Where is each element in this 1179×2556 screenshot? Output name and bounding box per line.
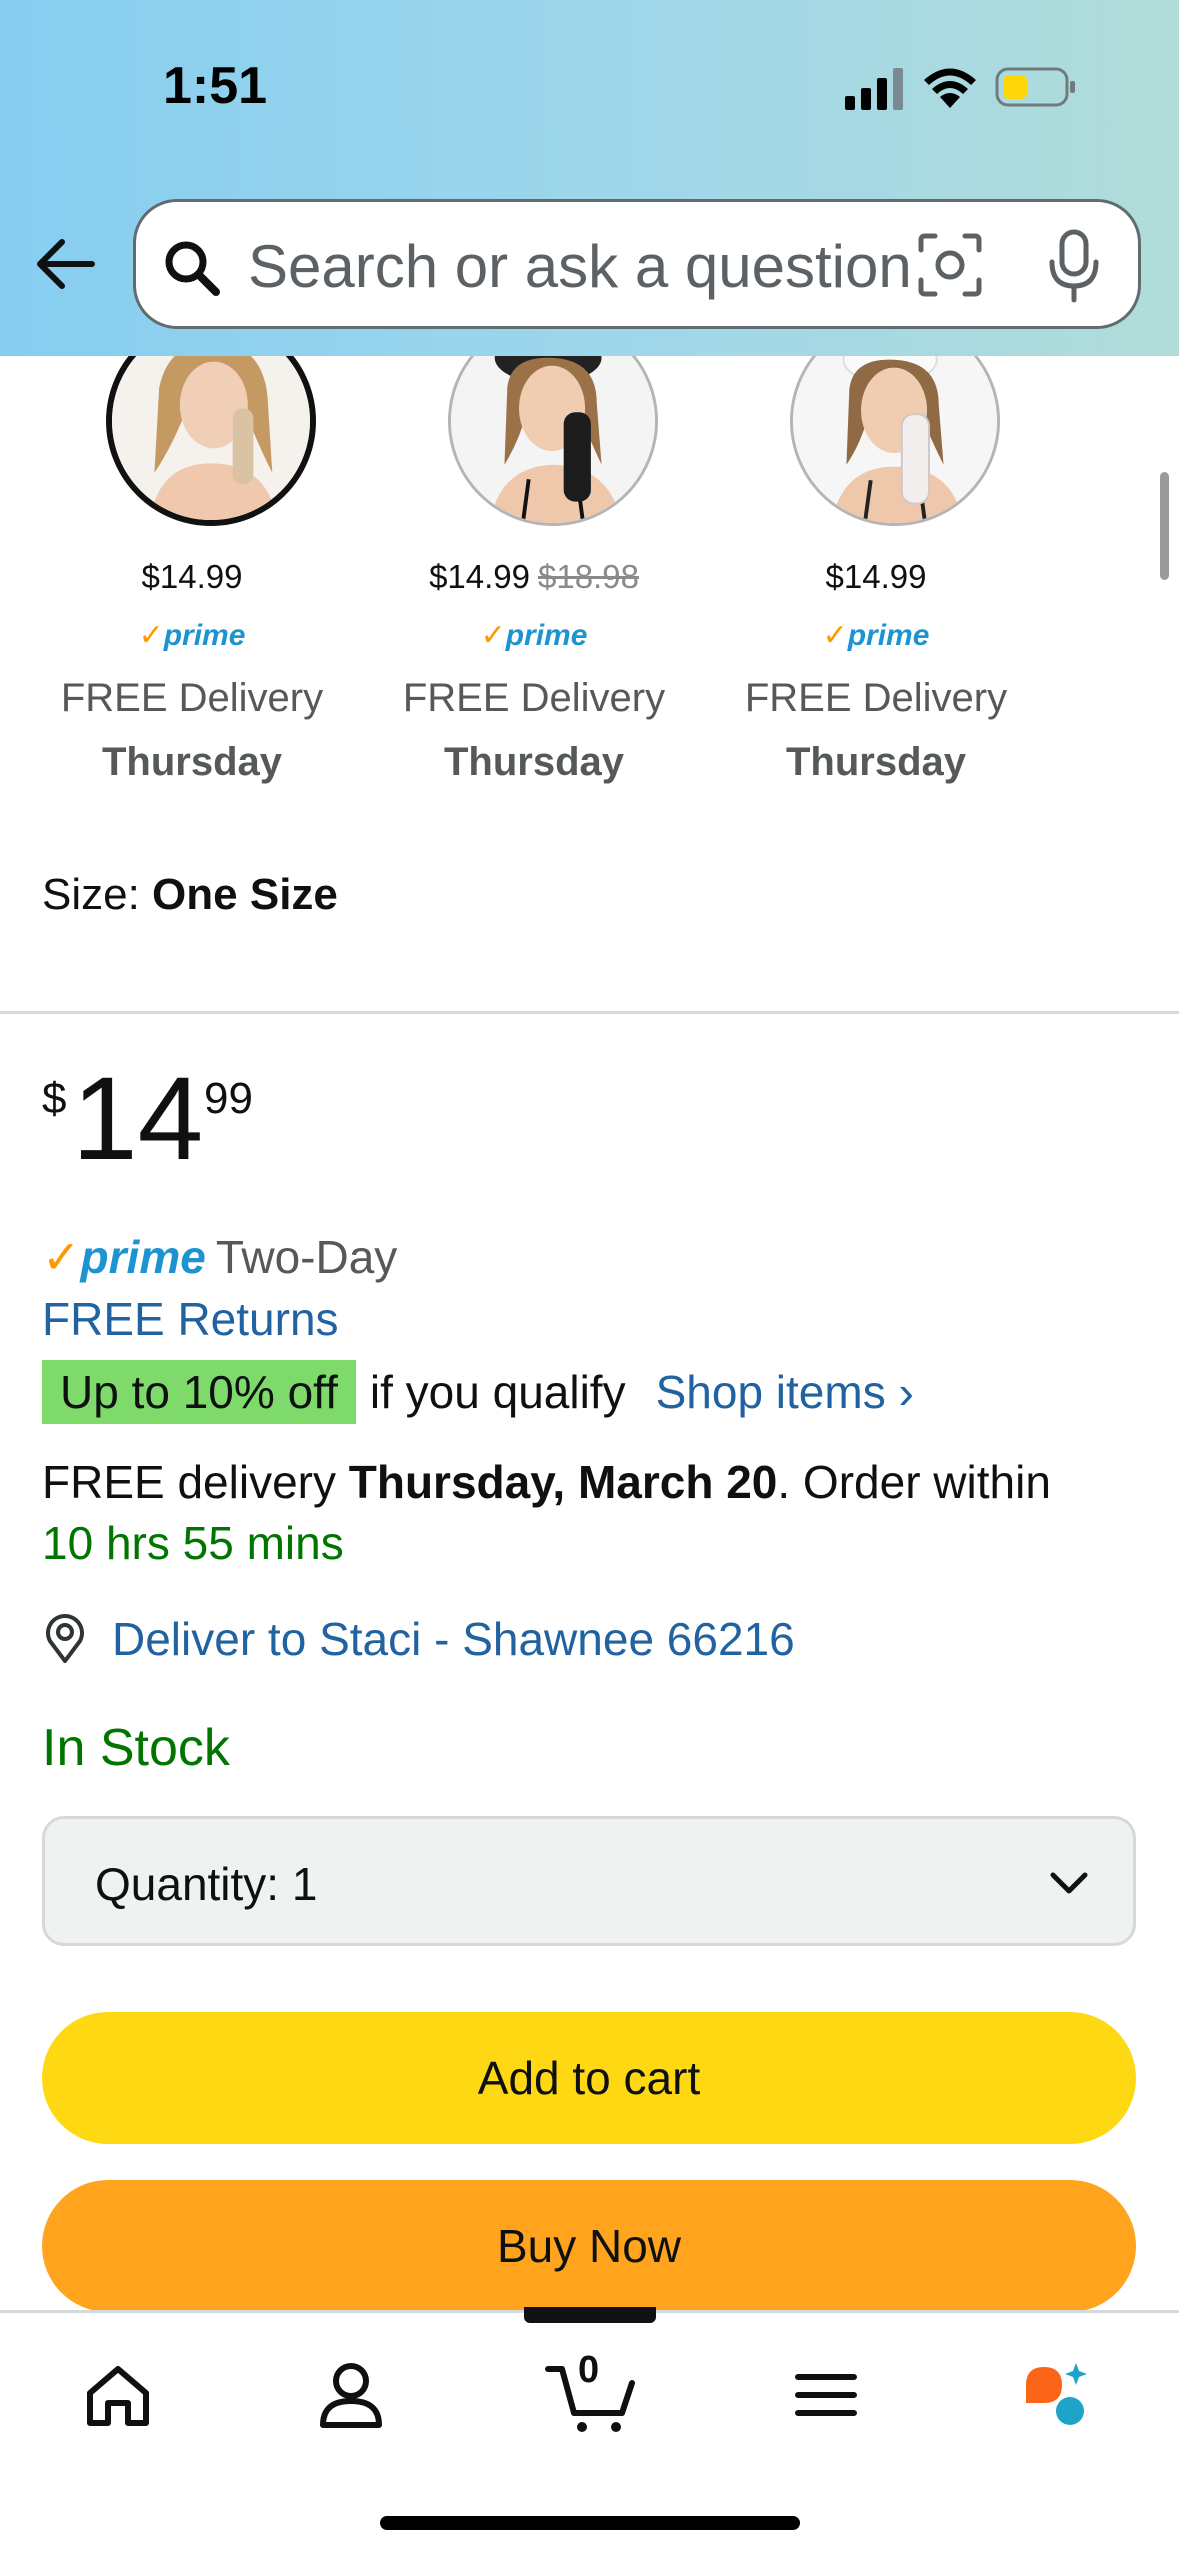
stock-status: In Stock: [42, 1719, 230, 1777]
variation-delivery-day: Thursday: [101, 740, 283, 784]
menu-icon: [795, 2374, 857, 2416]
search-icon: [165, 241, 220, 296]
location-pin-icon: [46, 1614, 84, 1663]
order-countdown: 10 hrs 55 mins: [42, 1517, 344, 1569]
status-time: 1:51: [163, 57, 268, 115]
variation-carousel: $14.99 ✓ prime FREE Delivery Thursday $14…: [0, 316, 1179, 796]
delivery-suffix: . Order within: [777, 1456, 1051, 1508]
camera-lens-icon[interactable]: [917, 232, 983, 298]
prime-badge: ✓ prime: [138, 619, 246, 652]
price-whole: 14: [72, 1053, 204, 1185]
delivery-prefix: FREE delivery: [42, 1456, 349, 1508]
delivery-date: Thursday, March 20: [348, 1456, 778, 1508]
search-input[interactable]: Search or ask a question: [248, 232, 928, 301]
prime-logo: prime: [80, 1231, 206, 1283]
prime-badge: ✓ prime: [822, 619, 930, 652]
quantity-label: Quantity:: [95, 1858, 280, 1910]
add-to-cart-button[interactable]: Add to cart: [42, 2012, 1136, 2144]
delivery-info: FREE delivery Thursday, March 20. Order …: [42, 1455, 1051, 1509]
shop-items-link[interactable]: Shop items ›: [656, 1365, 914, 1419]
promo-text: if you qualify: [369, 1366, 626, 1418]
cellular-signal-icon: [845, 68, 903, 110]
price-currency: $: [42, 1074, 67, 1123]
nav-rufus[interactable]: [1018, 2355, 1098, 2435]
battery-icon: [995, 67, 1075, 107]
size-selector: Size: One Size: [42, 870, 338, 920]
variation-price: $14.99: [141, 558, 243, 595]
active-tab-indicator: [524, 2307, 656, 2323]
price-fraction: 99: [204, 1074, 253, 1123]
home-indicator: [380, 2516, 800, 2530]
buy-now-button[interactable]: Buy Now: [42, 2180, 1136, 2312]
variation-delivery: FREE Delivery: [60, 676, 324, 720]
promo-row: Up to 10% off if you qualify Shop items …: [42, 1360, 914, 1424]
prime-shipping-label: Two-Day: [215, 1231, 398, 1283]
deliver-to-link[interactable]: Deliver to Staci - Shawnee 66216: [42, 1612, 795, 1666]
variation-delivery-day: Thursday: [443, 740, 625, 784]
back-arrow-icon[interactable]: [34, 232, 98, 296]
prime-shipping: ✓ prime Two-Day: [42, 1230, 397, 1284]
size-label: Size:: [42, 870, 153, 919]
microphone-icon[interactable]: [1046, 228, 1102, 304]
quantity-value: 1: [291, 1858, 318, 1910]
nav-menu[interactable]: [786, 2355, 866, 2435]
quantity-dropdown[interactable]: Quantity: 1: [42, 1816, 1136, 1946]
prime-check-icon: ✓: [42, 1231, 81, 1283]
variation-delivery: FREE Delivery: [402, 676, 666, 720]
nav-account[interactable]: [311, 2355, 391, 2435]
account-icon: [320, 2363, 382, 2428]
deliver-to-text[interactable]: Deliver to Staci - Shawnee 66216: [112, 1612, 795, 1666]
app-header: 1:51 Search or ask a question: [0, 0, 1179, 356]
scrollbar[interactable]: [1160, 472, 1169, 580]
discount-badge: Up to 10% off: [42, 1360, 356, 1424]
nav-home[interactable]: [78, 2355, 158, 2435]
free-returns-link[interactable]: FREE Returns: [42, 1292, 339, 1346]
variation-list-price: $18.98: [538, 558, 639, 595]
chevron-down-icon: [1050, 1872, 1088, 1894]
rufus-assistant-icon: [1026, 2363, 1087, 2425]
variation-delivery: FREE Delivery: [744, 676, 1008, 720]
section-divider: [0, 1011, 1179, 1014]
wifi-icon: [924, 68, 976, 108]
prime-badge: ✓ prime: [480, 619, 588, 652]
variation-price: $14.99: [429, 558, 530, 595]
home-icon: [87, 2366, 149, 2426]
variation-delivery-day: Thursday: [785, 740, 967, 784]
cart-count-badge: 0: [578, 2349, 600, 2391]
variation-price: $14.99: [825, 558, 927, 595]
size-value: One Size: [152, 870, 338, 919]
search-bar[interactable]: Search or ask a question: [133, 199, 1141, 329]
